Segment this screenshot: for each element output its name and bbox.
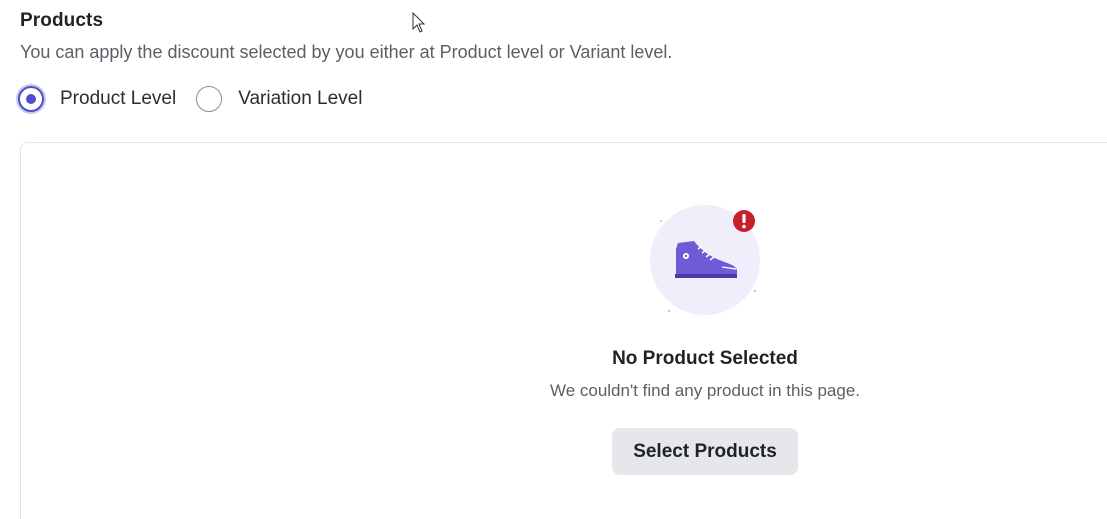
empty-state-title: No Product Selected bbox=[612, 348, 798, 369]
product-level-option[interactable]: Product Level bbox=[18, 86, 176, 112]
variation-level-option[interactable]: Variation Level bbox=[196, 86, 362, 112]
section-description: You can apply the discount selected by y… bbox=[20, 42, 673, 62]
select-products-button[interactable]: Select Products bbox=[612, 428, 798, 475]
level-radio-group: Product Level Variation Level bbox=[18, 86, 382, 112]
products-section: Products You can apply the discount sele… bbox=[0, 0, 1107, 519]
products-card bbox=[20, 142, 1107, 519]
variation-level-radio[interactable] bbox=[196, 86, 223, 112]
empty-products-illustration bbox=[650, 205, 760, 315]
product-level-label: Product Level bbox=[60, 88, 177, 109]
empty-state-description: We couldn't find any product in this pag… bbox=[549, 381, 861, 400]
product-level-radio[interactable] bbox=[18, 86, 44, 112]
section-title: Products bbox=[20, 10, 104, 31]
variation-level-label: Variation Level bbox=[238, 88, 363, 109]
mouse-cursor-icon bbox=[412, 12, 426, 33]
exclamation-badge-icon bbox=[733, 210, 755, 232]
